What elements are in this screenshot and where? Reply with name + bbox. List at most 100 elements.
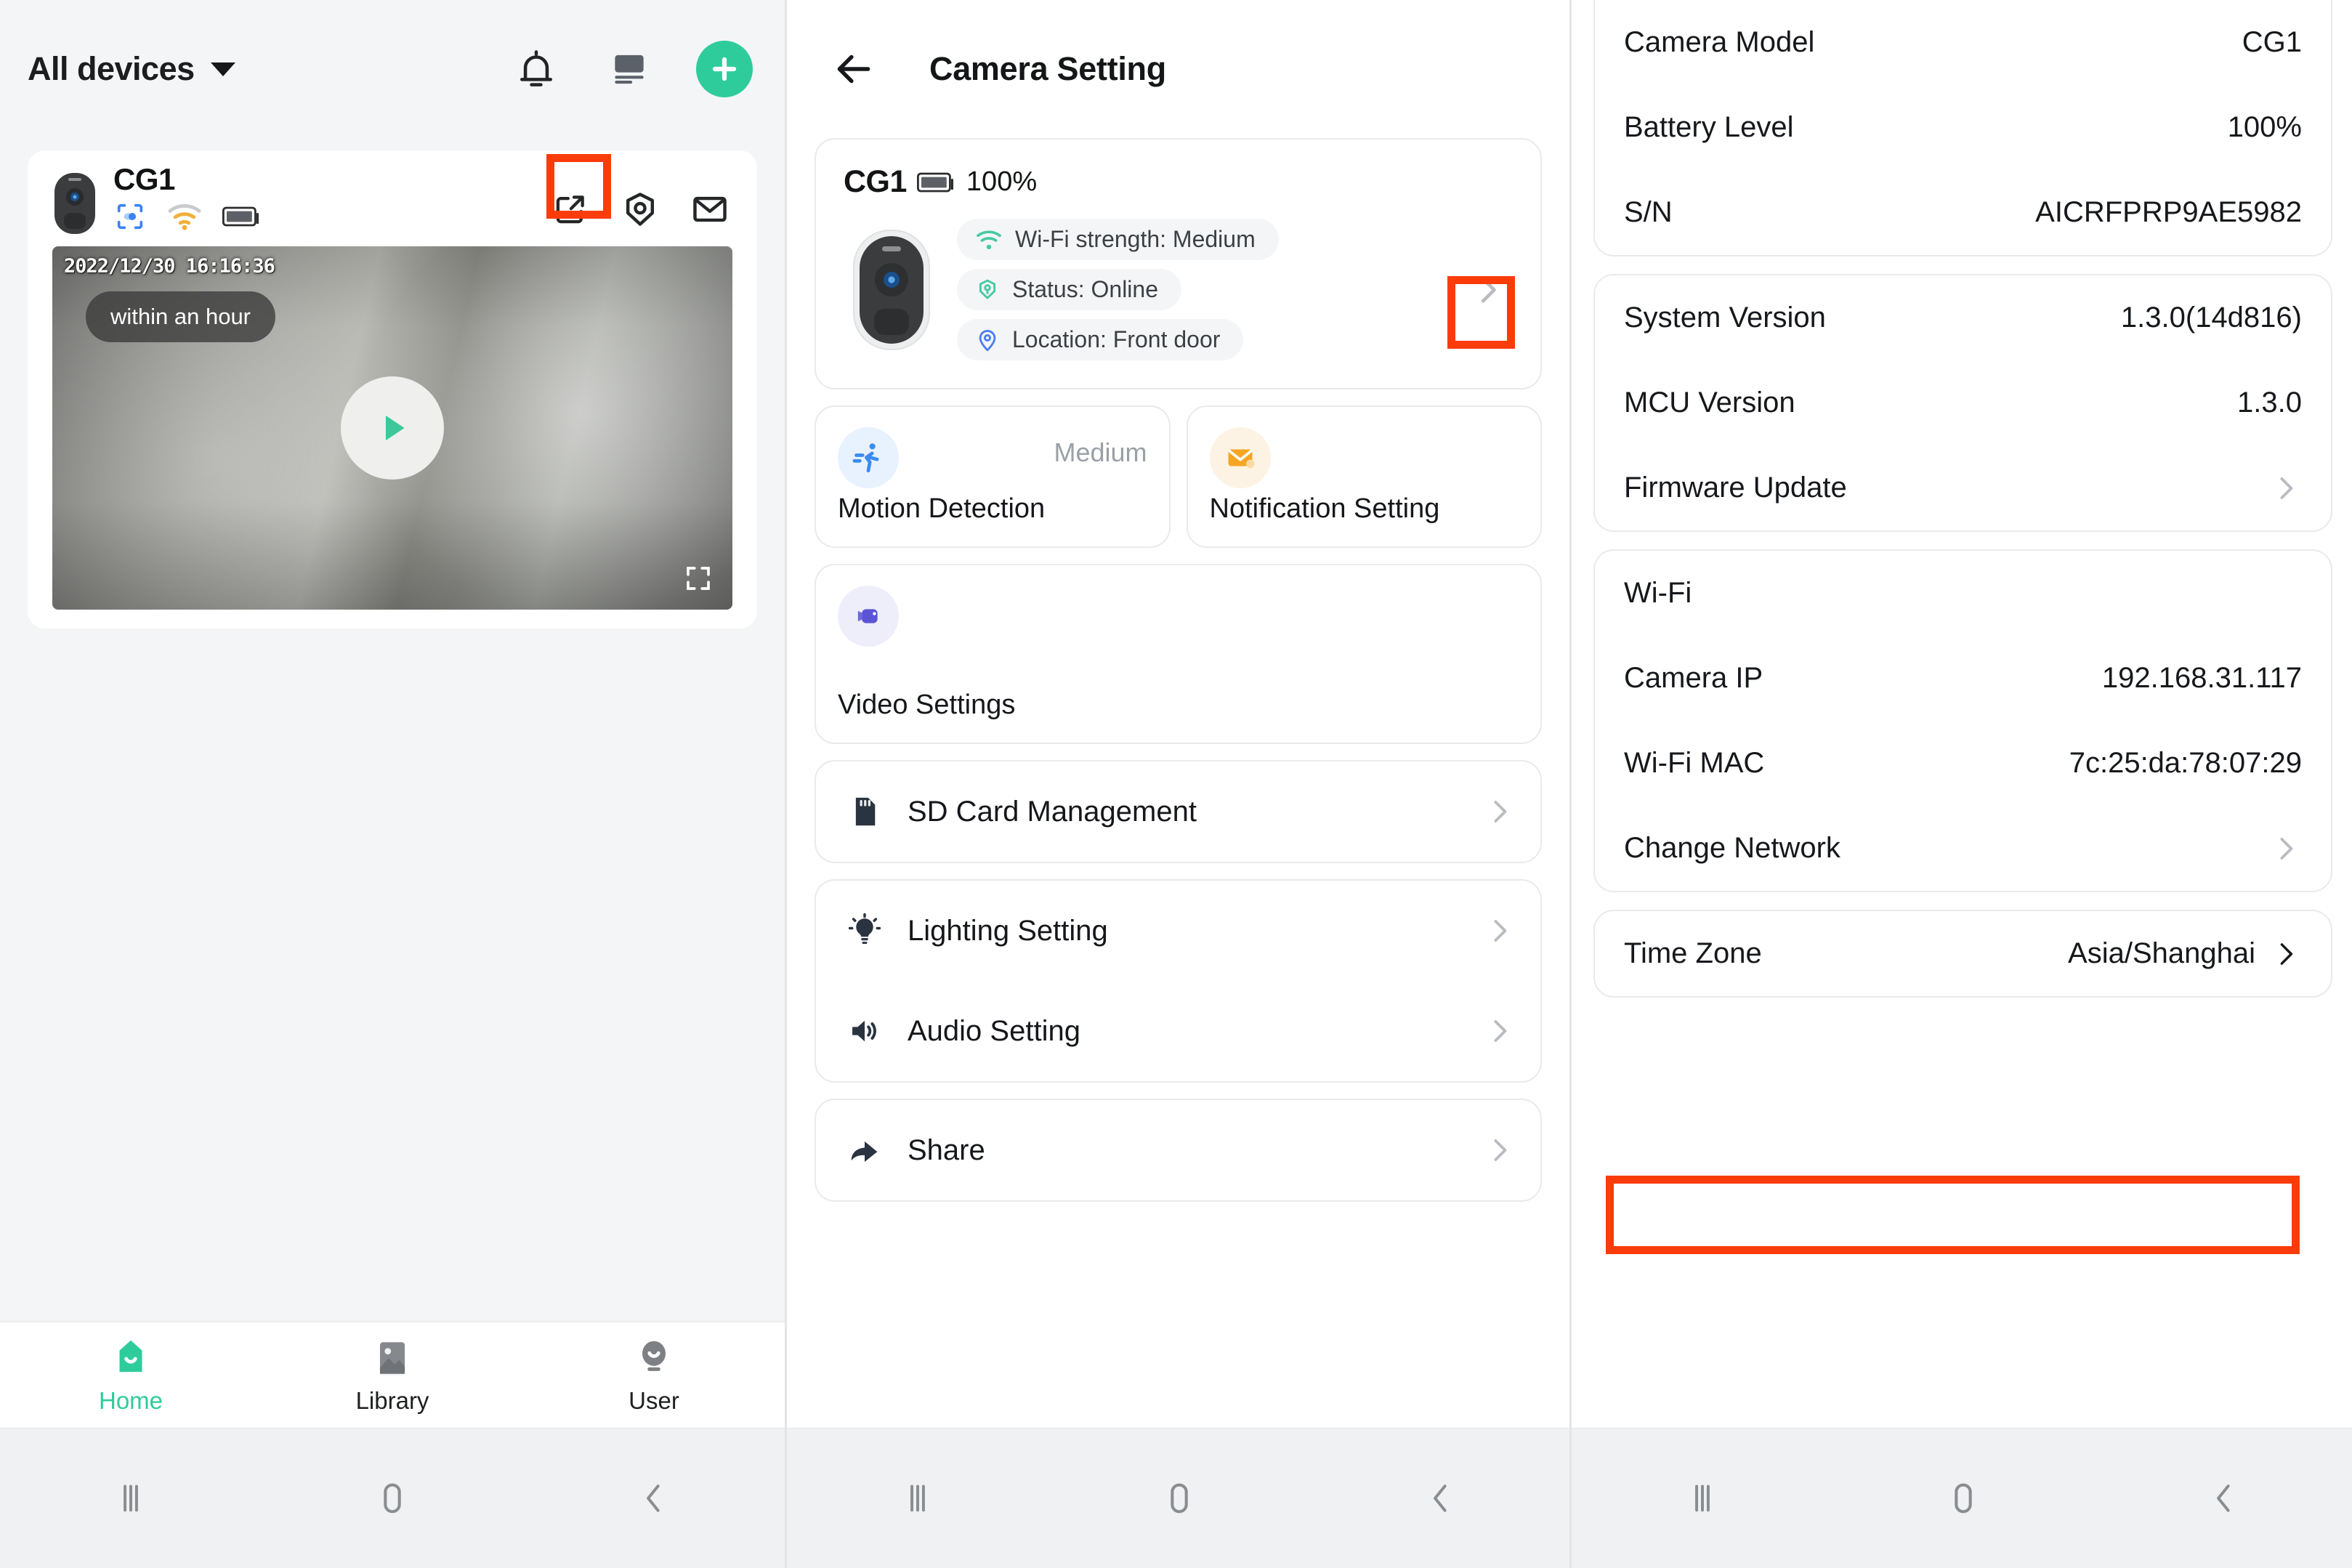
home-circle-icon[interactable] <box>262 1477 523 1519</box>
kv-value: 100% <box>2227 111 2302 143</box>
row-share[interactable]: Share <box>816 1100 1540 1200</box>
tab-library[interactable]: Library <box>262 1335 523 1415</box>
motion-detect-icon <box>113 200 147 233</box>
row-lighting-setting[interactable]: Lighting Setting <box>816 881 1540 981</box>
sd-card-group: SD Card Management <box>815 760 1542 863</box>
device-card[interactable]: CG1 2022/12/30 16:16:36 within an hour <box>28 150 757 629</box>
home-circle-icon[interactable] <box>1048 1477 1310 1519</box>
kv-key: Camera Model <box>1624 26 1815 58</box>
all-devices-title[interactable]: All devices <box>28 50 195 88</box>
row-label: Share <box>908 1133 985 1166</box>
android-nav-left <box>0 1428 785 1568</box>
device-video-preview[interactable]: 2022/12/30 16:16:36 within an hour <box>52 246 732 610</box>
kv-value: Asia/Shanghai <box>2068 937 2255 969</box>
camera-setting-body: CG1 100% Wi-Fi strength: Medium Status: … <box>787 138 1569 1428</box>
kv-battery-level: Battery Level 100% <box>1595 85 2331 170</box>
chevron-right-icon[interactable] <box>2268 937 2302 971</box>
recents-icon[interactable] <box>0 1478 262 1519</box>
wifi-icon <box>974 228 1003 251</box>
kv-key: S/N <box>1624 196 1673 228</box>
kv-key: Camera IP <box>1624 662 1763 694</box>
tile-notification-setting[interactable]: Notification Setting <box>1186 405 1542 548</box>
home-circle-icon[interactable] <box>1832 1477 2093 1519</box>
tab-user-label: User <box>629 1387 679 1414</box>
chevron-right-icon[interactable] <box>2268 832 2302 865</box>
kv-wifi-mac: Wi-Fi MAC 7c:25:da:78:07:29 <box>1595 721 2331 806</box>
battery-icon <box>916 170 956 195</box>
back-chevron-icon[interactable] <box>2093 1478 2352 1519</box>
tab-library-label: Library <box>355 1387 429 1414</box>
tile-notification-setting-label: Notification Setting <box>1209 493 1440 524</box>
kv-value: AICRFPRP9AE5982 <box>2035 196 2302 228</box>
row-label: SD Card Management <box>908 795 1197 828</box>
kv-mcu-version: MCU Version 1.3.0 <box>1595 360 2331 445</box>
left-header-icons <box>510 41 753 97</box>
kv-value: 192.168.31.117 <box>2101 662 2302 694</box>
camera-info-card[interactable]: CG1 100% Wi-Fi strength: Medium Status: … <box>815 138 1542 389</box>
device-card-header: CG1 <box>28 150 757 236</box>
kv-key: Wi-Fi MAC <box>1624 747 1765 779</box>
message-icon[interactable] <box>687 187 732 232</box>
back-chevron-icon[interactable] <box>523 1478 785 1519</box>
chevron-right-icon[interactable] <box>1482 1014 1516 1048</box>
tile-head: Medium <box>838 427 1147 488</box>
fullscreen-icon[interactable] <box>683 563 714 594</box>
chevron-right-icon[interactable] <box>1482 914 1516 947</box>
arrow-left-icon[interactable] <box>828 43 880 95</box>
share-group: Share <box>815 1099 1542 1202</box>
chevron-right-icon[interactable] <box>1482 795 1516 828</box>
kv-change-network[interactable]: Change Network <box>1595 806 2331 891</box>
three-panel-screenshot: All devices CG1 2022/12/30 16:16:36 with… <box>0 0 2352 1568</box>
kv-key: Change Network <box>1624 832 1840 864</box>
kv-value: CG1 <box>2242 26 2302 58</box>
tab-user[interactable]: User <box>523 1335 785 1415</box>
device-status-badges <box>113 200 262 233</box>
kv-key: Battery Level <box>1624 111 1794 143</box>
back-chevron-icon[interactable] <box>1310 1478 1569 1519</box>
chip-location-label: Location: Front door <box>1012 326 1221 352</box>
tile-video-settings[interactable]: Video Settings <box>815 564 1542 744</box>
kv-system-version: System Version 1.3.0(14d816) <box>1595 275 2331 360</box>
monitor-icon[interactable] <box>603 43 655 95</box>
envelope-icon <box>1209 427 1271 488</box>
bell-icon[interactable] <box>510 43 562 95</box>
chevron-right-icon[interactable] <box>2268 472 2302 505</box>
android-nav-right <box>1572 1428 2352 1568</box>
row-audio-setting[interactable]: Audio Setting <box>816 981 1540 1081</box>
row-sd-card-management[interactable]: SD Card Management <box>816 761 1540 862</box>
recents-icon[interactable] <box>787 1478 1048 1519</box>
chevron-right-icon[interactable] <box>1482 1133 1516 1167</box>
chip-wifi-label: Wi-Fi strength: Medium <box>1015 226 1256 252</box>
kv-time-zone[interactable]: Time Zone Asia/Shanghai <box>1595 911 2331 996</box>
chevron-right-icon[interactable] <box>1468 270 1513 310</box>
tab-home-label: Home <box>98 1387 163 1414</box>
plus-icon[interactable] <box>696 41 753 97</box>
chevron-down-icon[interactable] <box>210 62 235 76</box>
video-timestamp: 2022/12/30 16:16:36 <box>64 255 275 278</box>
tile-video-settings-label: Video Settings <box>838 690 1016 720</box>
kv-firmware-update[interactable]: Firmware Update <box>1595 445 2331 530</box>
panel-camera-setting: Camera Setting CG1 100% Wi-Fi strength: … <box>785 0 1569 1568</box>
bottom-tabbar: Home Library User <box>0 1321 785 1428</box>
play-icon[interactable] <box>341 376 444 480</box>
speaker-icon <box>844 1010 886 1052</box>
version-card: System Version 1.3.0(14d816) MCU Version… <box>1593 274 2332 532</box>
user-icon <box>631 1335 676 1381</box>
kv-value: 7c:25:da:78:07:29 <box>2069 747 2302 779</box>
recents-icon[interactable] <box>1572 1478 1832 1519</box>
camera-device-icon <box>852 229 931 351</box>
panel-device-info: Camera Model CG1 Battery Level 100% S/N … <box>1569 0 2352 1568</box>
chip-wifi-strength: Wi-Fi strength: Medium <box>957 219 1279 260</box>
share-external-icon[interactable] <box>548 187 593 232</box>
tile-motion-detection[interactable]: Medium Motion Detection <box>815 405 1171 548</box>
device-meta: CG1 <box>113 163 262 236</box>
page-title: Camera Setting <box>929 50 1166 87</box>
camera-info-row: Wi-Fi strength: Medium Status: Online Lo… <box>844 219 1513 360</box>
tab-home[interactable]: Home <box>0 1335 262 1415</box>
kv-value: 1.3.0(14d816) <box>2120 302 2302 334</box>
kv-key: MCU Version <box>1624 387 1795 419</box>
camera-settings-icon[interactable] <box>618 187 663 232</box>
battery-text: 100% <box>966 166 1038 197</box>
kv-wifi: Wi-Fi <box>1595 551 2331 636</box>
camera-status-chips: Wi-Fi strength: Medium Status: Online Lo… <box>957 219 1279 360</box>
